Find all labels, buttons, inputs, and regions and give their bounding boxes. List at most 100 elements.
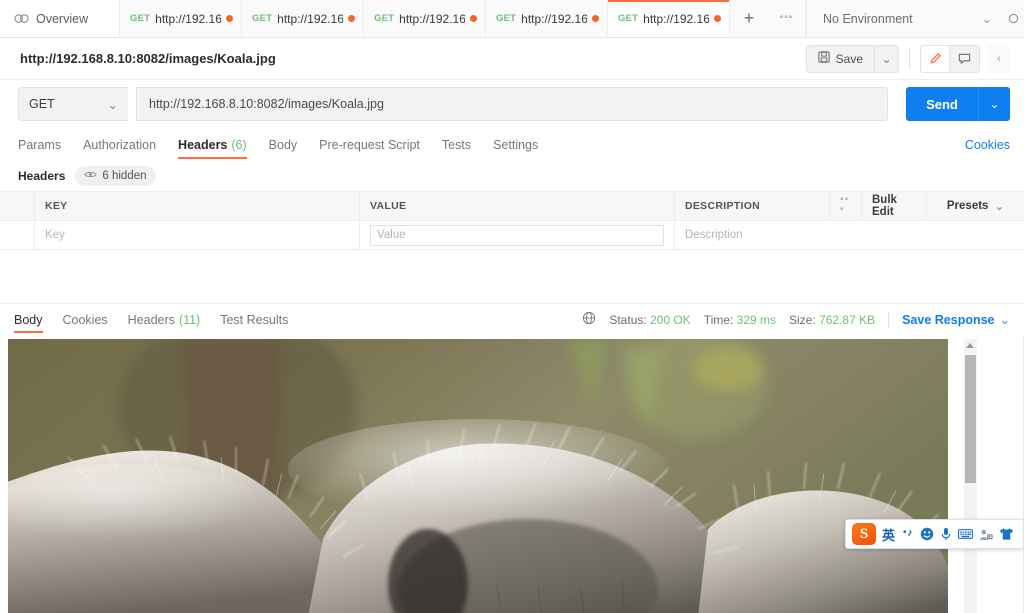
bulk-edit-button[interactable]: Bulk Edit — [862, 192, 927, 220]
comment-button[interactable] — [950, 44, 980, 73]
chevron-down-icon: ⌄ — [107, 97, 118, 112]
http-method-select[interactable]: GET ⌄ — [18, 87, 128, 121]
row-spacer — [830, 221, 1024, 249]
tab-url: http://192.168.8 — [277, 11, 343, 26]
edit-mode-button[interactable] — [920, 44, 950, 73]
overview-circles-icon — [14, 13, 29, 24]
koala-photo — [8, 339, 948, 613]
pencil-icon — [930, 53, 941, 64]
time-value: 329 ms — [736, 312, 777, 327]
divider — [909, 47, 910, 70]
unsaved-dot-icon — [226, 15, 233, 22]
scroll-up-arrow-icon[interactable] — [966, 343, 974, 348]
save-response-button[interactable]: Save Response ⌄ — [902, 312, 1010, 328]
row-key-input[interactable]: Key — [35, 221, 360, 249]
table-row: Key Value Description — [0, 221, 1024, 250]
tab-url: http://192.168.8 — [399, 11, 465, 26]
tab-overview[interactable]: Overview — [0, 0, 120, 37]
tab-overview-label: Overview — [36, 11, 89, 26]
save-response-label: Save Response — [902, 312, 995, 327]
save-group: Save ⌄ — [805, 44, 899, 73]
panel-collapse-button[interactable]: ‹ — [988, 44, 1010, 73]
unsaved-dot-icon — [592, 15, 599, 22]
keyboard-icon[interactable] — [958, 528, 974, 540]
row-value-cell: Value — [360, 221, 675, 249]
row-description-input[interactable]: Description — [675, 221, 830, 249]
tab-settings[interactable]: Settings — [493, 128, 538, 161]
environment-selector[interactable]: No Environment ⌄ — [806, 0, 1002, 37]
request-title: http://192.168.8.10:8082/images/Koala.jp… — [20, 51, 276, 66]
request-tab-5-active[interactable]: GET http://192.168.8 — [608, 0, 730, 37]
comment-icon — [958, 53, 971, 65]
postman-window: Overview GET http://192.168.8 GET http:/… — [0, 0, 1024, 613]
eye-icon — [84, 170, 98, 182]
request-tab-4[interactable]: GET http://192.168.8 — [486, 0, 608, 37]
ime-mode-toggle[interactable]: 英 — [882, 525, 895, 544]
unsaved-dot-icon — [470, 15, 477, 22]
select-all-cell[interactable] — [0, 192, 35, 220]
divider — [888, 311, 890, 328]
unsaved-dot-icon — [714, 15, 721, 22]
tab-url: http://192.168.8 — [643, 11, 709, 26]
request-pane-spacer — [0, 250, 1024, 303]
send-button[interactable]: Send — [906, 87, 978, 121]
row-checkbox-cell[interactable] — [0, 221, 35, 249]
floppy-disk-icon — [818, 51, 830, 66]
tab-body[interactable]: Body — [269, 128, 298, 161]
skin-shirt-icon[interactable] — [999, 527, 1014, 541]
tab-authorization[interactable]: Authorization — [83, 128, 156, 161]
request-tab-3[interactable]: GET http://192.168.8 — [364, 0, 486, 37]
response-scrollbar[interactable] — [960, 339, 982, 613]
sogou-ime-toolbar[interactable]: S 英 16 — [845, 519, 1024, 549]
response-tab-cookies[interactable]: Cookies — [63, 304, 108, 336]
response-meta: Status: 200 OK Time: 329 ms Size: 762.87… — [582, 311, 1010, 328]
send-options-button[interactable]: ⌄ — [978, 87, 1010, 121]
save-button[interactable]: Save — [805, 44, 875, 73]
punctuation-icon[interactable] — [901, 528, 914, 540]
cookies-link[interactable]: Cookies — [965, 138, 1010, 152]
hidden-headers-count: 6 hidden — [102, 170, 147, 182]
headers-table: KEY VALUE DESCRIPTION °°° Bulk Edit Pres… — [0, 191, 1024, 250]
table-options-button[interactable]: °°° — [830, 192, 862, 220]
tab-method: GET — [252, 13, 273, 24]
row-value-input[interactable]: Value — [370, 224, 664, 246]
response-tab-body[interactable]: Body — [14, 304, 43, 336]
account-icon[interactable]: 16 — [979, 528, 993, 541]
response-status: Status: 200 OK — [609, 312, 691, 327]
response-tab-test-results[interactable]: Test Results — [220, 304, 288, 336]
request-tabs: Params Authorization Headers (6) Body Pr… — [0, 128, 1024, 161]
tab-tests[interactable]: Tests — [442, 128, 471, 161]
request-actions: Save ⌄ ‹ — [805, 44, 1010, 73]
scrollbar-thumb[interactable] — [965, 355, 976, 483]
response-tab-headers[interactable]: Headers (11) — [128, 304, 201, 336]
eye-quicklook-icon — [1008, 13, 1018, 24]
save-label: Save — [835, 51, 863, 66]
svg-text:16: 16 — [988, 534, 993, 539]
sogou-logo-icon[interactable]: S — [852, 523, 876, 545]
tab-pre-request-script[interactable]: Pre-request Script — [319, 128, 420, 161]
microphone-icon[interactable] — [940, 527, 952, 541]
tab-options-button[interactable]: °°° — [768, 0, 806, 37]
koala-image — [8, 339, 948, 613]
column-value: VALUE — [360, 192, 675, 220]
environment-quick-look-button[interactable] — [1002, 0, 1024, 37]
response-body-viewer — [0, 335, 1024, 613]
send-group: Send ⌄ — [906, 87, 1010, 121]
presets-button[interactable]: Presets ⌄ — [927, 192, 1024, 220]
hidden-headers-toggle[interactable]: 6 hidden — [75, 166, 156, 186]
environment-label: No Environment — [823, 11, 913, 26]
tab-headers[interactable]: Headers (6) — [178, 128, 247, 161]
tab-method: GET — [496, 13, 517, 24]
emoji-icon[interactable] — [920, 527, 934, 541]
request-tab-2[interactable]: GET http://192.168.8 — [242, 0, 364, 37]
tab-params[interactable]: Params — [18, 128, 61, 161]
save-options-button[interactable]: ⌄ — [875, 44, 899, 73]
new-tab-button[interactable]: + — [730, 0, 768, 37]
table-header-row: KEY VALUE DESCRIPTION °°° Bulk Edit Pres… — [0, 192, 1024, 221]
url-input[interactable]: http://192.168.8.10:8082/images/Koala.jp… — [136, 87, 888, 121]
headers-subrow: Headers 6 hidden — [0, 161, 1024, 191]
request-tab-1[interactable]: GET http://192.168.8 — [120, 0, 242, 37]
view-toggle-group — [920, 44, 980, 73]
http-method-value: GET — [29, 97, 55, 111]
tab-method: GET — [130, 13, 151, 24]
